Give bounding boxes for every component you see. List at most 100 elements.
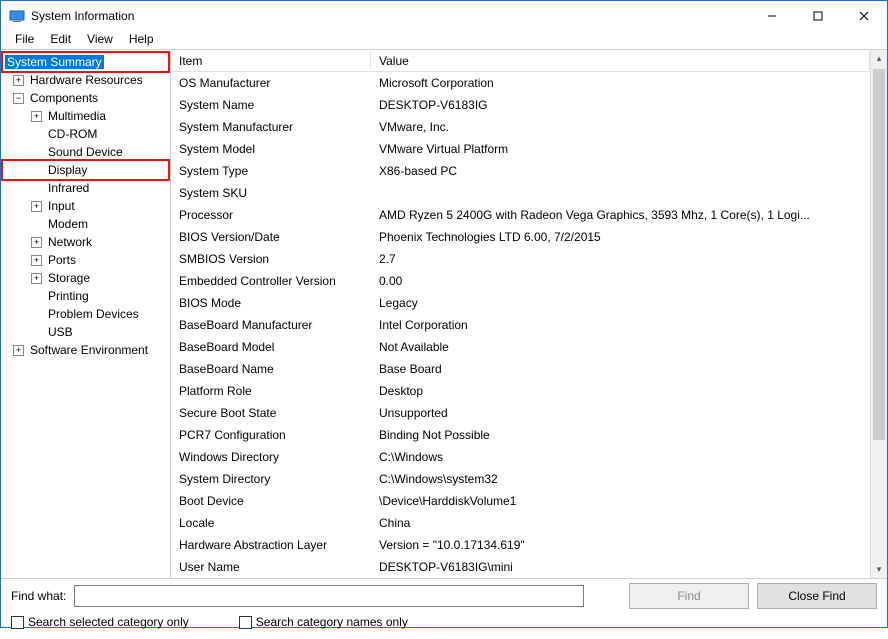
tree-software-environment[interactable]: + Software Environment bbox=[3, 341, 168, 359]
expand-icon[interactable]: + bbox=[13, 345, 24, 356]
leaf-icon bbox=[31, 147, 42, 158]
tree-label: Ports bbox=[46, 253, 78, 267]
list-row[interactable]: BaseBoard NameBase Board bbox=[171, 358, 870, 380]
list-cell-item: BaseBoard Model bbox=[171, 339, 371, 355]
find-input[interactable] bbox=[74, 585, 584, 607]
tree-label: Hardware Resources bbox=[28, 73, 145, 87]
scroll-up-icon[interactable]: ▴ bbox=[871, 50, 887, 67]
list-cell-value: 0.00 bbox=[371, 273, 870, 289]
scroll-track[interactable] bbox=[871, 67, 887, 561]
column-header-value[interactable]: Value bbox=[371, 52, 870, 70]
list-row[interactable]: User NameDESKTOP-V6183IG\mini bbox=[171, 556, 870, 578]
list-cell-item: OS Manufacturer bbox=[171, 75, 371, 91]
minimize-button[interactable] bbox=[749, 1, 795, 31]
list-row[interactable]: System NameDESKTOP-V6183IG bbox=[171, 94, 870, 116]
list-cell-item: Locale bbox=[171, 515, 371, 531]
checkbox-search-names[interactable]: Search category names only bbox=[239, 615, 408, 629]
menu-edit[interactable]: Edit bbox=[42, 31, 79, 47]
list-cell-value: Unsupported bbox=[371, 405, 870, 421]
checkbox-label: Search category names only bbox=[256, 615, 408, 629]
tree-sound-device[interactable]: Sound Device bbox=[3, 143, 168, 161]
list-row[interactable]: SMBIOS Version2.7 bbox=[171, 248, 870, 270]
list-cell-item: System SKU bbox=[171, 185, 371, 201]
list-row[interactable]: Boot Device\Device\HarddiskVolume1 bbox=[171, 490, 870, 512]
tree-modem[interactable]: Modem bbox=[3, 215, 168, 233]
tree-multimedia[interactable]: + Multimedia bbox=[3, 107, 168, 125]
tree-storage[interactable]: + Storage bbox=[3, 269, 168, 287]
list-row[interactable]: System DirectoryC:\Windows\system32 bbox=[171, 468, 870, 490]
list-row[interactable]: System ModelVMware Virtual Platform bbox=[171, 138, 870, 160]
list-row[interactable]: OS ManufacturerMicrosoft Corporation bbox=[171, 72, 870, 94]
tree-cdrom[interactable]: CD-ROM bbox=[3, 125, 168, 143]
list-cell-item: Windows Directory bbox=[171, 449, 371, 465]
tree-label: Modem bbox=[46, 217, 90, 231]
expand-icon[interactable]: + bbox=[13, 75, 24, 86]
tree-label: Infrared bbox=[46, 181, 91, 195]
list-row[interactable]: Embedded Controller Version0.00 bbox=[171, 270, 870, 292]
expand-icon[interactable]: + bbox=[31, 255, 42, 266]
list-row[interactable]: BaseBoard ModelNot Available bbox=[171, 336, 870, 358]
tree-problem-devices[interactable]: Problem Devices bbox=[3, 305, 168, 323]
list-row[interactable]: System TypeX86-based PC bbox=[171, 160, 870, 182]
tree-label: Printing bbox=[46, 289, 91, 303]
tree-usb[interactable]: USB bbox=[3, 323, 168, 341]
scroll-thumb[interactable] bbox=[873, 69, 885, 440]
maximize-button[interactable] bbox=[795, 1, 841, 31]
list-cell-value: Phoenix Technologies LTD 6.00, 7/2/2015 bbox=[371, 229, 870, 245]
find-button[interactable]: Find bbox=[629, 583, 749, 609]
list-row[interactable]: ProcessorAMD Ryzen 5 2400G with Radeon V… bbox=[171, 204, 870, 226]
menu-file[interactable]: File bbox=[7, 31, 42, 47]
column-header-item[interactable]: Item bbox=[171, 52, 371, 70]
list-row[interactable]: Secure Boot StateUnsupported bbox=[171, 402, 870, 424]
list-row[interactable]: BIOS Version/DatePhoenix Technologies LT… bbox=[171, 226, 870, 248]
expand-icon[interactable]: + bbox=[31, 273, 42, 284]
list-row[interactable]: System SKU bbox=[171, 182, 870, 204]
expand-icon[interactable]: + bbox=[31, 201, 42, 212]
list-cell-value: 2.7 bbox=[371, 251, 870, 267]
list-row[interactable]: LocaleChina bbox=[171, 512, 870, 534]
close-button[interactable] bbox=[841, 1, 887, 31]
checkbox-label: Search selected category only bbox=[28, 615, 189, 629]
expand-icon[interactable]: + bbox=[31, 111, 42, 122]
expand-icon[interactable]: + bbox=[31, 237, 42, 248]
list-cell-value: Legacy bbox=[371, 295, 870, 311]
list-cell-item: SMBIOS Version bbox=[171, 251, 371, 267]
list-cell-value: DESKTOP-V6183IG bbox=[371, 97, 870, 113]
list-cell-item: Processor bbox=[171, 207, 371, 223]
leaf-icon bbox=[31, 291, 42, 302]
close-find-button[interactable]: Close Find bbox=[757, 583, 877, 609]
tree-network[interactable]: + Network bbox=[3, 233, 168, 251]
list-row[interactable]: Platform RoleDesktop bbox=[171, 380, 870, 402]
list-cell-item: User Name bbox=[171, 559, 371, 575]
tree-system-summary[interactable]: System Summary bbox=[3, 53, 168, 71]
list-cell-item: Boot Device bbox=[171, 493, 371, 509]
list-row[interactable]: PCR7 ConfigurationBinding Not Possible bbox=[171, 424, 870, 446]
app-icon bbox=[9, 8, 25, 24]
tree-display[interactable]: Display bbox=[3, 161, 168, 179]
scroll-down-icon[interactable]: ▾ bbox=[871, 561, 887, 578]
tree-ports[interactable]: + Ports bbox=[3, 251, 168, 269]
tree-hardware-resources[interactable]: + Hardware Resources bbox=[3, 71, 168, 89]
list-cell-value: China bbox=[371, 515, 870, 531]
tree-label: System Summary bbox=[5, 55, 104, 69]
list-row[interactable]: Windows DirectoryC:\Windows bbox=[171, 446, 870, 468]
menu-help[interactable]: Help bbox=[121, 31, 162, 47]
checkbox-search-selected[interactable]: Search selected category only bbox=[11, 615, 189, 629]
tree-printing[interactable]: Printing bbox=[3, 287, 168, 305]
list-cell-value: VMware, Inc. bbox=[371, 119, 870, 135]
menu-view[interactable]: View bbox=[79, 31, 121, 47]
leaf-icon bbox=[31, 219, 42, 230]
list-cell-item: Platform Role bbox=[171, 383, 371, 399]
tree-input[interactable]: + Input bbox=[3, 197, 168, 215]
vertical-scrollbar[interactable]: ▴ ▾ bbox=[870, 50, 887, 578]
list-row[interactable]: Hardware Abstraction LayerVersion = "10.… bbox=[171, 534, 870, 556]
tree-infrared[interactable]: Infrared bbox=[3, 179, 168, 197]
leaf-icon bbox=[31, 309, 42, 320]
tree-components[interactable]: − Components bbox=[3, 89, 168, 107]
list-row[interactable]: BIOS ModeLegacy bbox=[171, 292, 870, 314]
tree-pane[interactable]: System Summary + Hardware Resources − Co… bbox=[1, 50, 171, 578]
menubar: File Edit View Help bbox=[1, 31, 887, 50]
list-row[interactable]: System ManufacturerVMware, Inc. bbox=[171, 116, 870, 138]
list-row[interactable]: BaseBoard ManufacturerIntel Corporation bbox=[171, 314, 870, 336]
collapse-icon[interactable]: − bbox=[13, 93, 24, 104]
